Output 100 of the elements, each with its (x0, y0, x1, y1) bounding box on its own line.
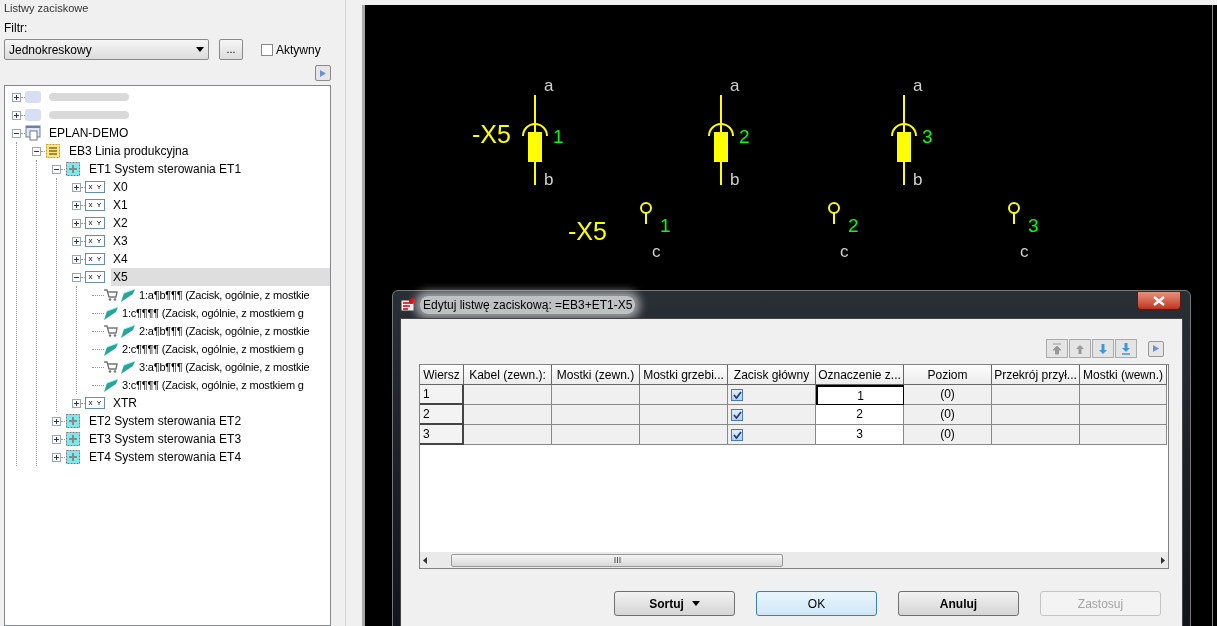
tree-item[interactable]: ET2 System sterowania ET2 (87, 412, 242, 430)
column-header[interactable]: Mostki grzebi... (640, 365, 728, 385)
expand-icon[interactable] (72, 200, 81, 210)
column-header[interactable]: Przekrój przył... (992, 365, 1080, 385)
close-icon (1153, 295, 1165, 306)
location-icon (65, 431, 81, 447)
column-header[interactable]: Mostki (zewn.) (552, 365, 640, 385)
terminal-number: 3 (1028, 216, 1039, 235)
row-header[interactable]: 3 (420, 425, 464, 445)
tree-item[interactable]: 1:a¶b¶¶¶ (Zacisk, ogólnie, z mostkie (139, 286, 310, 304)
connection-label: c (652, 243, 661, 260)
connection-label: b (730, 171, 740, 188)
location-icon (65, 161, 81, 177)
checkbox[interactable] (731, 408, 743, 421)
tree-item[interactable]: 3:a¶b¶¶¶ (Zacisk, ogólnie, z mostkie (139, 358, 310, 376)
tree-item[interactable]: X1 (111, 196, 128, 214)
tree-item[interactable]: ET4 System sterowania ET4 (87, 448, 242, 466)
expand-icon[interactable] (72, 236, 81, 246)
dialog-button[interactable]: OK (756, 591, 877, 616)
table-cell: (0) (904, 405, 992, 425)
tree-item[interactable]: X5 (111, 268, 330, 286)
expand-button[interactable] (1148, 340, 1164, 357)
browse-button[interactable]: ... (219, 39, 243, 60)
arrow-top-icon (1052, 342, 1062, 355)
column-header[interactable]: Oznaczenie z... (816, 365, 904, 385)
filter-dropdown[interactable]: Jednokreskowy (4, 39, 209, 60)
collapse-icon[interactable] (12, 128, 21, 138)
expand-icon[interactable] (52, 434, 61, 444)
tree-item[interactable]: X2 (111, 214, 128, 232)
blurred-icon (25, 108, 41, 122)
grip-icon (613, 557, 621, 563)
table-cell[interactable]: 2 (816, 405, 904, 425)
tree-item[interactable]: ET1 System sterowania ET1 (87, 160, 242, 178)
connection-label: b (913, 171, 923, 188)
column-header[interactable]: Wiersz (420, 365, 464, 385)
tree-item[interactable]: EB3 Linia produkcyjna (67, 142, 189, 160)
expand-icon[interactable] (52, 452, 61, 462)
column-header[interactable]: Kabel (zewn.): (464, 365, 552, 385)
dialog-button[interactable]: Sortuj (614, 591, 735, 616)
expand-icon[interactable] (12, 110, 21, 120)
scroll-left-icon (423, 556, 427, 564)
collapse-icon[interactable] (72, 272, 81, 282)
tree-item[interactable]: X3 (111, 232, 128, 250)
scroll-right-icon (1161, 556, 1165, 564)
terminal-strip-icon (85, 199, 105, 211)
column-header[interactable]: Zacisk główny (728, 365, 816, 385)
dialog-title: Edytuj listwę zaciskową: =EB3+ET1-X5 (420, 295, 636, 314)
terminal-icon (121, 324, 135, 338)
connection-label: b (544, 171, 554, 188)
tree-item[interactable]: X0 (111, 178, 128, 196)
expand-button[interactable] (315, 65, 331, 81)
tree-item[interactable]: X4 (111, 250, 128, 268)
expand-icon[interactable] (72, 398, 81, 408)
horizontal-scrollbar[interactable] (420, 552, 1168, 568)
tree-item[interactable]: XTR (111, 394, 137, 412)
table-cell[interactable]: 1 (816, 385, 904, 405)
column-header[interactable]: Mostki (wewn.) (1080, 365, 1167, 385)
terminal-number: 3 (922, 127, 933, 146)
column-header[interactable]: Poziom (904, 365, 992, 385)
row-header[interactable]: 2 (420, 405, 464, 425)
table-cell[interactable]: 3 (816, 425, 904, 445)
expand-icon[interactable] (72, 254, 81, 264)
project-icon (25, 125, 41, 141)
tree-item[interactable]: ET3 System sterowania ET3 (87, 430, 242, 448)
tree-item[interactable]: 2:c¶¶¶¶ (Zacisk, ogólnie, z mostkiem g (122, 340, 304, 358)
terminal-number: 2 (848, 216, 859, 235)
terminal-number: 2 (739, 127, 750, 146)
tree-item[interactable]: EPLAN-DEMO (47, 124, 129, 142)
collapse-icon[interactable] (32, 146, 41, 156)
tree-item[interactable]: 3:c¶¶¶¶ (Zacisk, ogólnie, z mostkiem g (122, 376, 304, 394)
terminal-strip-icon (85, 217, 105, 229)
expand-icon[interactable] (72, 218, 81, 228)
terminal-symbol (1007, 202, 1021, 224)
expand-icon[interactable] (52, 416, 61, 426)
expand-icon[interactable] (12, 92, 21, 102)
expand-icon[interactable] (72, 182, 81, 192)
terminal-strip-icon (85, 397, 105, 409)
connection-label: a (544, 77, 554, 94)
checkbox[interactable] (731, 428, 743, 441)
filter-label: Filtr: (4, 21, 28, 35)
tree-item[interactable]: 2:a¶b¶¶¶ (Zacisk, ogólnie, z mostkie (139, 322, 310, 340)
terminal-strip-icon (85, 235, 105, 247)
checkbox-label[interactable]: Aktywny (276, 40, 321, 59)
location-icon (65, 413, 81, 429)
scroll-thumb[interactable] (451, 553, 783, 567)
close-button[interactable] (1137, 291, 1181, 310)
connection-label: a (730, 77, 740, 94)
arrow-down-icon (1098, 342, 1108, 355)
checkbox[interactable] (731, 388, 743, 401)
collapse-icon[interactable] (52, 164, 61, 174)
dialog-button[interactable]: Anuluj (898, 591, 1019, 616)
checkbox[interactable] (261, 43, 273, 56)
caret-icon (691, 601, 700, 606)
arrow-bottom-icon (1121, 342, 1131, 355)
terminal-strip-icon (85, 271, 105, 283)
tree-item[interactable]: 1:c¶¶¶¶ (Zacisk, ogólnie, z mostkiem g (122, 304, 304, 322)
terminal-symbol (639, 202, 653, 224)
location-icon (65, 449, 81, 465)
row-header[interactable]: 1 (420, 385, 464, 405)
terminal-strip-icon (85, 181, 105, 193)
